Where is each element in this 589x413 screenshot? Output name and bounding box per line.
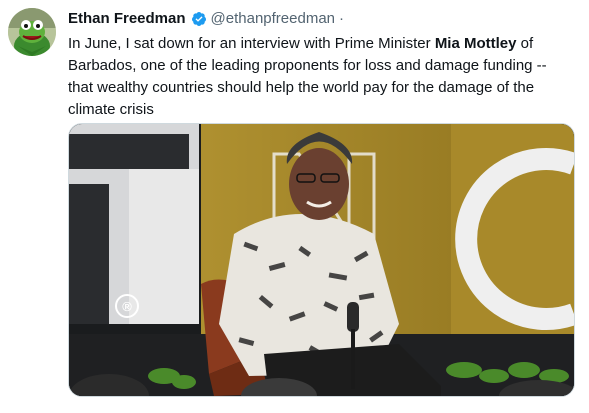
tweet-text: In June, I sat down for an interview wit…	[68, 33, 568, 121]
tweet-text-part-1: In June, I sat down for an interview wit…	[68, 35, 435, 52]
tweet-content: Ethan Freedman @ethanpfreedman · In June…	[68, 10, 580, 121]
photo-image: ®	[69, 124, 574, 396]
author-handle[interactable]: @ethanpfreedman	[211, 10, 335, 28]
author-avatar[interactable]	[8, 8, 56, 56]
header-separator: ·	[339, 10, 345, 27]
tweet-media-photo[interactable]: ®	[68, 123, 575, 397]
tweet-header: Ethan Freedman @ethanpfreedman ·	[68, 10, 580, 28]
verified-badge-icon	[191, 11, 207, 27]
tweet-card[interactable]: Ethan Freedman @ethanpfreedman · In June…	[0, 0, 589, 413]
tweet-text-bold-name: Mia Mottley	[434, 35, 517, 52]
kermit-frog-avatar-icon	[8, 8, 56, 56]
registered-mark: ®	[122, 299, 132, 314]
author-display-name[interactable]: Ethan Freedman	[68, 10, 186, 28]
